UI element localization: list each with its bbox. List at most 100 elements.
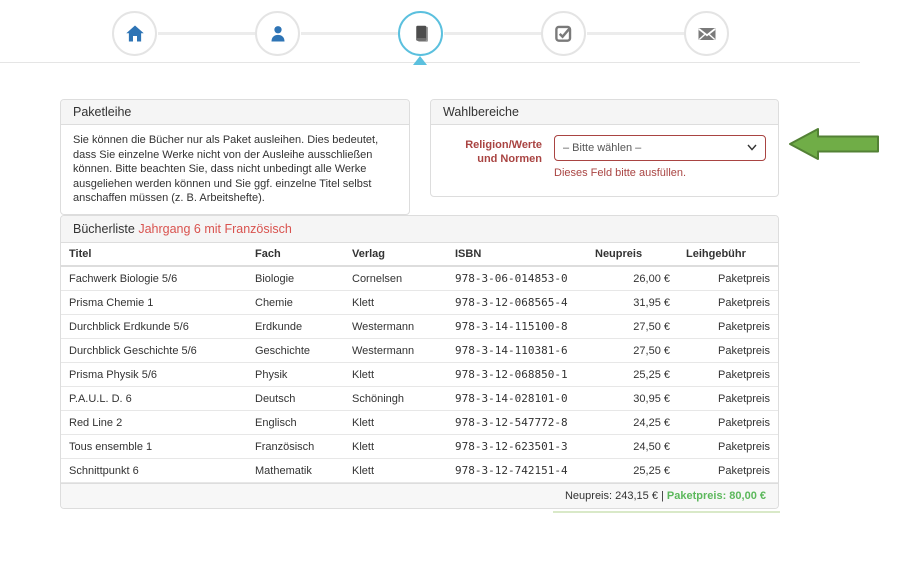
cell-titel: P.A.U.L. D. 6 [61,387,247,411]
cell-verlag: Klett [344,291,447,315]
buecherliste-title-highlight: Jahrgang 6 mit Französisch [138,222,292,236]
cell-leihgebuehr: Paketpreis [678,266,778,291]
stepper-step-user[interactable] [255,11,300,56]
books-table-header-row: Titel Fach Verlag ISBN Neupreis Leihgebü… [61,243,778,266]
cell-neupreis: 30,95 € [587,387,678,411]
cell-titel: Durchblick Geschichte 5/6 [61,339,247,363]
paketleihe-text: Sie können die Bücher nur als Paket ausl… [61,125,409,214]
cell-titel: Prisma Physik 5/6 [61,363,247,387]
wahlbereiche-title: Wahlbereiche [431,100,778,125]
cell-isbn: 978-3-12-742151-4 [447,459,587,483]
cell-neupreis: 27,50 € [587,315,678,339]
cell-leihgebuehr: Paketpreis [678,339,778,363]
buecherliste-title: Bücherliste Jahrgang 6 mit Französisch [61,216,778,243]
active-step-pointer [413,56,427,65]
cell-neupreis: 31,95 € [587,291,678,315]
cell-leihgebuehr: Paketpreis [678,291,778,315]
cell-fach: Mathematik [247,459,344,483]
stepper-connector [301,32,398,35]
stepper-connector [158,32,255,35]
cell-titel: Schnittpunkt 6 [61,459,247,483]
cell-neupreis: 25,25 € [587,459,678,483]
cell-isbn: 978-3-12-068850-1 [447,363,587,387]
user-icon [268,24,288,44]
col-header-titel: Titel [61,243,247,266]
religion-select[interactable]: – Bitte wählen – [554,135,766,161]
cell-verlag: Cornelsen [344,266,447,291]
paketleihe-panel: Paketleihe Sie können die Bücher nur als… [60,99,410,215]
page: Paketleihe Sie können die Bücher nur als… [0,0,900,561]
table-row: Durchblick Geschichte 5/6 Geschichte Wes… [61,339,778,363]
col-header-neupreis: Neupreis [587,243,678,266]
table-row: Red Line 2 Englisch Klett 978-3-12-54777… [61,411,778,435]
stepper-step-mail[interactable] [684,11,729,56]
cell-verlag: Westermann [344,315,447,339]
stepper-divider [0,62,860,63]
cell-leihgebuehr: Paketpreis [678,387,778,411]
cell-fach: Biologie [247,266,344,291]
cell-neupreis: 26,00 € [587,266,678,291]
book-icon [411,24,431,44]
wahlbereiche-panel: Wahlbereiche Religion/Werte und Normen –… [430,99,779,197]
cell-fach: Erdkunde [247,315,344,339]
cell-fach: Französisch [247,435,344,459]
cell-isbn: 978-3-12-623501-3 [447,435,587,459]
cell-isbn: 978-3-12-547772-8 [447,411,587,435]
cell-leihgebuehr: Paketpreis [678,459,778,483]
cell-fach: Physik [247,363,344,387]
religion-validation-message: Dieses Feld bitte ausfüllen. [554,167,766,179]
cell-fach: Geschichte [247,339,344,363]
cell-verlag: Klett [344,411,447,435]
cell-leihgebuehr: Paketpreis [678,363,778,387]
annotation-arrow-left-icon [787,125,881,163]
table-row: Durchblick Erdkunde 5/6 Erdkunde Westerm… [61,315,778,339]
cell-neupreis: 24,50 € [587,435,678,459]
cell-leihgebuehr: Paketpreis [678,411,778,435]
cell-isbn: 978-3-14-115100-8 [447,315,587,339]
stepper-step-books[interactable] [398,11,443,56]
cell-fach: Chemie [247,291,344,315]
books-table: Titel Fach Verlag ISBN Neupreis Leihgebü… [61,243,778,483]
cell-isbn: 978-3-14-110381-6 [447,339,587,363]
cell-leihgebuehr: Paketpreis [678,315,778,339]
cell-titel: Prisma Chemie 1 [61,291,247,315]
buecherliste-panel: Bücherliste Jahrgang 6 mit Französisch T… [60,215,779,509]
books-table-body: Fachwerk Biologie 5/6 Biologie Cornelsen… [61,266,778,483]
buecherliste-title-prefix: Bücherliste [73,222,138,236]
cell-verlag: Klett [344,363,447,387]
col-header-verlag: Verlag [344,243,447,266]
table-row: Tous ensemble 1 Französisch Klett 978-3-… [61,435,778,459]
religion-field-label: Religion/Werte und Normen [443,135,542,179]
table-row: Prisma Chemie 1 Chemie Klett 978-3-12-06… [61,291,778,315]
total-paketpreis: Paketpreis: 80,00 € [667,490,766,502]
table-row: Schnittpunkt 6 Mathematik Klett 978-3-12… [61,459,778,483]
cell-isbn: 978-3-14-028101-0 [447,387,587,411]
wizard-stepper [0,0,900,62]
envelope-icon [697,24,717,44]
cell-isbn: 978-3-12-068565-4 [447,291,587,315]
total-neupreis: Neupreis: 243,15 € [565,490,658,502]
paketleihe-title: Paketleihe [61,100,409,125]
table-row: P.A.U.L. D. 6 Deutsch Schöningh 978-3-14… [61,387,778,411]
cell-titel: Red Line 2 [61,411,247,435]
divider-green [553,511,780,513]
col-header-leihgebuehr: Leihgebühr [678,243,778,266]
cell-verlag: Schöningh [344,387,447,411]
cell-fach: Englisch [247,411,344,435]
books-totals: Neupreis: 243,15 € | Paketpreis: 80,00 € [61,483,778,508]
stepper-step-confirm[interactable] [541,11,586,56]
cell-fach: Deutsch [247,387,344,411]
stepper-step-home[interactable] [112,11,157,56]
cell-verlag: Klett [344,459,447,483]
totals-separator: | [658,490,667,502]
chevron-down-icon [747,142,757,154]
cell-titel: Durchblick Erdkunde 5/6 [61,315,247,339]
cell-verlag: Klett [344,435,447,459]
cell-titel: Fachwerk Biologie 5/6 [61,266,247,291]
table-row: Fachwerk Biologie 5/6 Biologie Cornelsen… [61,266,778,291]
table-row: Prisma Physik 5/6 Physik Klett 978-3-12-… [61,363,778,387]
cell-neupreis: 27,50 € [587,339,678,363]
check-square-icon [554,24,573,43]
cell-verlag: Westermann [344,339,447,363]
religion-select-value: – Bitte wählen – [563,142,641,154]
